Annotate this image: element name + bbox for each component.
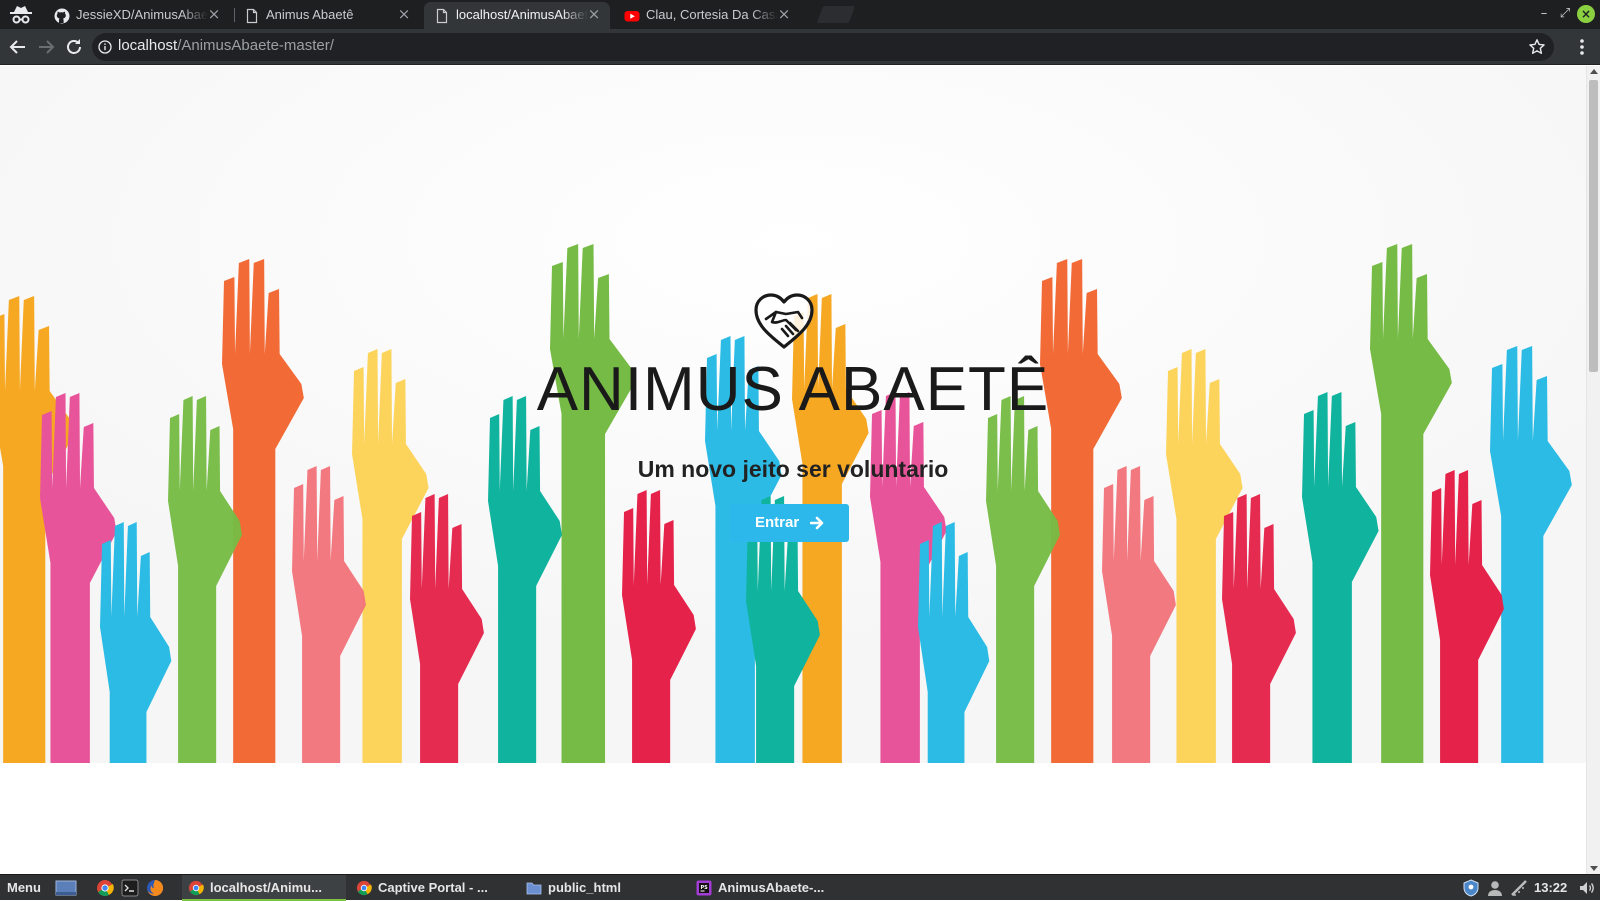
tab-title: JessieXD/AnimusAbaetê	[76, 7, 208, 22]
url-host: localhost	[118, 37, 178, 54]
chrome-icon	[188, 880, 204, 896]
terminal-launcher-icon[interactable]	[121, 879, 139, 897]
enter-button[interactable]: Entrar	[730, 504, 849, 542]
taskbar-task-label: Captive Portal - ...	[378, 880, 488, 895]
tab-animus-abaete[interactable]: Animus Abaetê ×	[234, 2, 420, 29]
close-tab-icon[interactable]: ×	[776, 6, 792, 22]
firefox-launcher-icon[interactable]	[146, 879, 164, 897]
site-title: ANIMUS ABAETÊ	[536, 355, 1050, 424]
forward-icon[interactable]	[35, 36, 57, 58]
close-tab-icon[interactable]: ×	[586, 6, 602, 22]
chrome-launcher-icon[interactable]	[96, 879, 114, 897]
info-icon[interactable]	[98, 40, 112, 54]
shield-icon[interactable]	[1462, 879, 1480, 897]
folder-icon	[526, 882, 542, 895]
tab-youtube[interactable]: Clau, Cortesia Da Casa ×	[614, 2, 800, 29]
taskbar-task[interactable]: PS AnimusAbaete-...	[690, 875, 854, 901]
back-icon[interactable]	[7, 36, 29, 58]
network-icon[interactable]	[1510, 879, 1528, 897]
show-desktop-icon[interactable]	[55, 879, 77, 897]
tab-title: Animus Abaetê	[266, 7, 354, 22]
page-scrollbar[interactable]	[1586, 66, 1600, 874]
page-icon	[436, 8, 448, 24]
phpstorm-icon: PS	[696, 880, 712, 896]
enter-button-label: Entrar	[755, 514, 800, 531]
new-tab-button[interactable]	[816, 6, 856, 23]
page-viewport: ANIMUS ABAETÊ Um novo jeito ser voluntar…	[0, 66, 1586, 874]
scrollbar-thumb[interactable]	[1589, 80, 1598, 372]
os-taskbar: Menu localhost/Animu... Captive Portal -…	[0, 874, 1600, 901]
start-menu-button[interactable]: Menu	[7, 880, 41, 895]
bookmark-star-icon[interactable]	[1528, 38, 1546, 56]
youtube-icon	[624, 11, 640, 22]
tab-strip: JessieXD/AnimusAbaetê × Animus Abaetê × …	[0, 0, 1600, 29]
hero-section: ANIMUS ABAETÊ Um novo jeito ser voluntar…	[0, 66, 1586, 763]
tab-title: Clau, Cortesia Da Casa	[646, 7, 778, 22]
scroll-up-arrow-icon[interactable]	[1590, 69, 1598, 74]
arrow-right-icon	[810, 516, 824, 530]
site-subtitle: Um novo jeito ser voluntario	[637, 456, 949, 482]
taskbar-task[interactable]: Captive Portal - ...	[350, 875, 514, 901]
incognito-icon	[10, 6, 32, 24]
taskbar-task-label: AnimusAbaete-...	[718, 880, 825, 895]
close-tab-icon[interactable]: ×	[396, 6, 412, 22]
chrome-icon	[356, 880, 372, 896]
page-icon	[246, 8, 258, 24]
taskbar-task-label: public_html	[548, 880, 621, 895]
tab-title: localhost/AnimusAbaetê	[456, 7, 588, 22]
address-bar[interactable]: localhost/AnimusAbaete-master/	[92, 33, 1554, 61]
github-icon	[54, 8, 70, 24]
taskbar-task[interactable]: localhost/Animu...	[182, 875, 346, 901]
reload-icon[interactable]	[63, 36, 85, 58]
tab-localhost[interactable]: localhost/AnimusAbaetê ×	[424, 2, 610, 29]
heart-handshake-icon	[754, 293, 814, 349]
svg-text:PS: PS	[701, 885, 709, 891]
minimize-icon[interactable]: –	[1535, 5, 1553, 23]
browser-menu-icon[interactable]	[1572, 37, 1592, 57]
taskbar-task-label: localhost/Animu...	[210, 880, 322, 895]
close-tab-icon[interactable]: ×	[206, 6, 222, 22]
user-icon[interactable]	[1486, 879, 1504, 897]
maximize-icon[interactable]: ⤢	[1556, 5, 1574, 23]
volume-icon[interactable]	[1578, 879, 1596, 897]
url-text[interactable]: localhost/AnimusAbaete-master/	[118, 37, 334, 54]
taskbar-task[interactable]: public_html	[520, 875, 684, 901]
url-path: /AnimusAbaete-master/	[177, 37, 334, 54]
scroll-down-arrow-icon[interactable]	[1590, 866, 1598, 871]
clock: 13:22	[1534, 880, 1568, 895]
close-window-icon[interactable]: ×	[1577, 5, 1595, 23]
browser-toolbar: localhost/AnimusAbaete-master/	[0, 29, 1600, 65]
tab-github[interactable]: JessieXD/AnimusAbaetê ×	[44, 2, 230, 29]
